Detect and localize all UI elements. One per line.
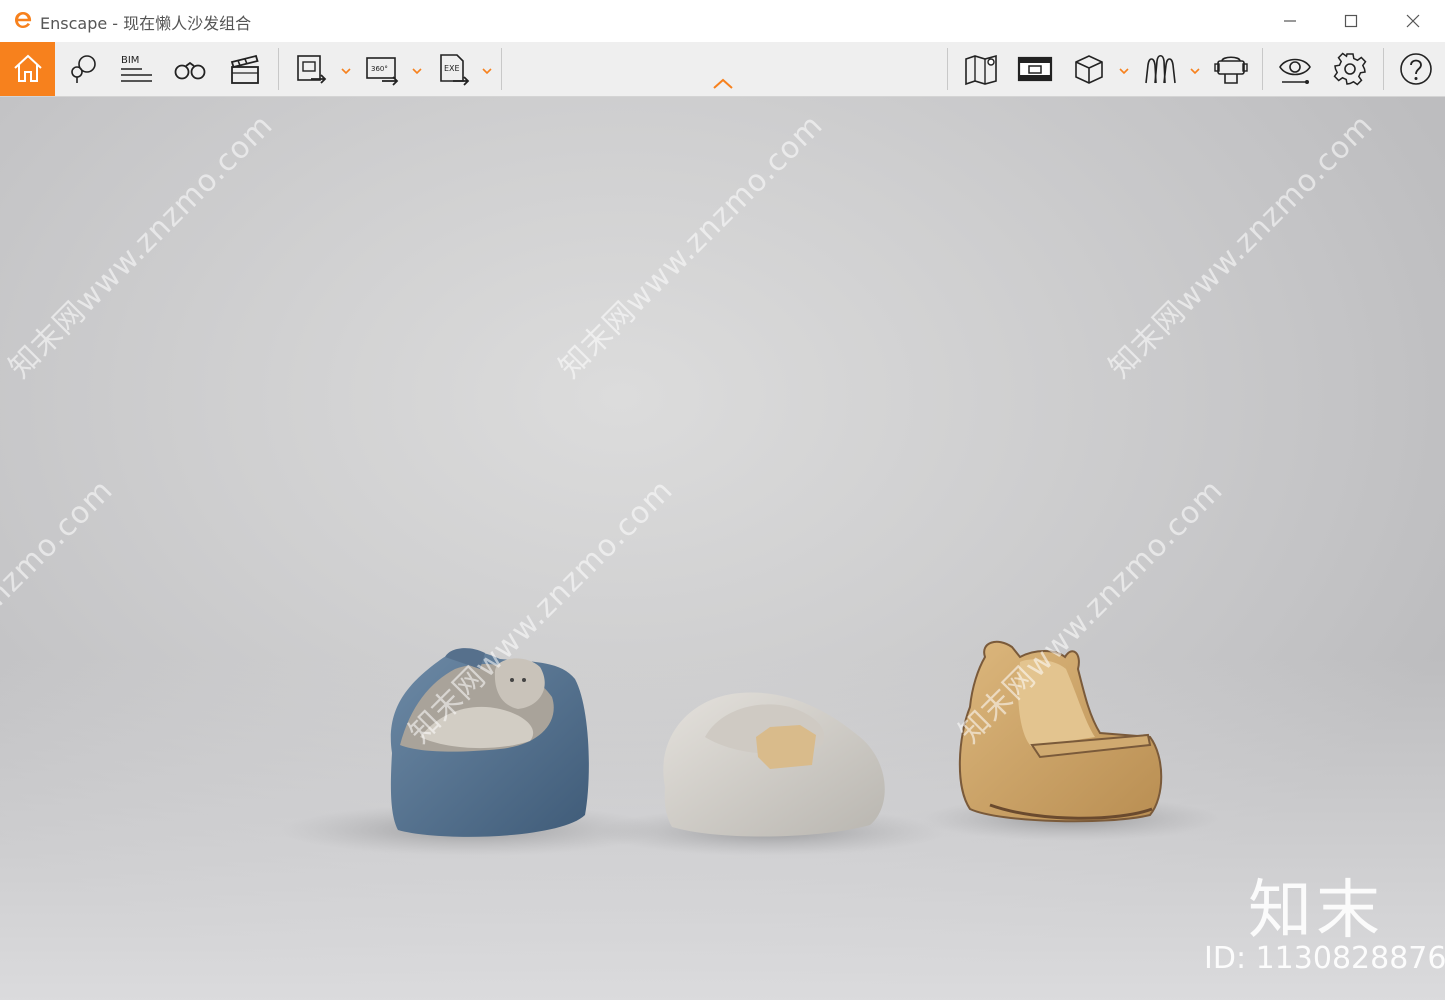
exe-export-button[interactable]: EXE: [430, 42, 476, 96]
asset-library-button[interactable]: [1010, 42, 1060, 96]
svg-text:EXE: EXE: [444, 64, 460, 73]
section-box-dropdown[interactable]: [1118, 62, 1130, 75]
screenshot-export-button[interactable]: [288, 42, 334, 96]
znzmo-brand-logo: 知末: [1248, 874, 1384, 948]
eye-icon: [1279, 58, 1311, 84]
help-icon: [1400, 53, 1432, 85]
vr-headset-icon: [1214, 56, 1248, 84]
screenshot-export-dropdown[interactable]: [340, 62, 352, 75]
materials-dropdown[interactable]: [1189, 62, 1201, 75]
minimize-icon: [1284, 20, 1296, 22]
toolbar-divider: [947, 48, 948, 90]
gear-icon: [1333, 52, 1367, 86]
asset-id-label: ID: 1130828876: [1204, 941, 1445, 976]
toolbar-divider: [1262, 48, 1263, 90]
maximize-button[interactable]: [1320, 0, 1382, 42]
clapperboard-icon: [230, 54, 259, 84]
chevron-down-icon: [412, 68, 422, 75]
white-bean-bag-sofa: [663, 692, 885, 837]
vr-button[interactable]: [1206, 42, 1256, 96]
chevron-down-icon: [482, 68, 492, 75]
map-pin-icon: [71, 55, 96, 83]
video-editor-button[interactable]: [221, 42, 269, 96]
materials-button[interactable]: [1136, 42, 1184, 96]
section-box-button[interactable]: [1066, 42, 1112, 96]
toolbar-divider: [278, 48, 279, 90]
window-title: Enscape - 现在懒人沙发组合: [40, 14, 252, 33]
chevron-down-icon: [341, 68, 351, 75]
close-button[interactable]: [1382, 0, 1444, 42]
asset-library-icon: [1017, 56, 1053, 82]
exe-export-dropdown[interactable]: [481, 62, 493, 75]
svg-text:360°: 360°: [371, 65, 388, 73]
home-icon: [13, 54, 42, 82]
material-icon: [1145, 54, 1176, 84]
help-button[interactable]: [1390, 42, 1442, 96]
bim-icon: BIM: [121, 55, 152, 82]
export-360-icon: 360°: [366, 57, 399, 86]
bim-button[interactable]: BIM: [112, 42, 160, 96]
cube-icon: [1075, 55, 1103, 84]
visual-settings-button[interactable]: [1270, 42, 1320, 96]
map-button[interactable]: [956, 42, 1006, 96]
toolbar-divider: [1383, 48, 1384, 90]
binoculars-icon: [174, 61, 206, 80]
chevron-up-icon[interactable]: [710, 76, 736, 92]
home-button[interactable]: [0, 42, 55, 96]
svg-text:BIM: BIM: [121, 55, 139, 66]
views-button[interactable]: [60, 42, 106, 96]
render-viewport[interactable]: 知末网www.znzmo.com 知末网www.znzmo.com 知末网www…: [0, 97, 1445, 1000]
settings-button[interactable]: [1325, 42, 1375, 96]
enscape-logo-icon: [12, 9, 34, 31]
maximize-icon: [1344, 14, 1358, 28]
panorama-export-dropdown[interactable]: [411, 62, 423, 75]
minimize-button[interactable]: [1259, 0, 1321, 42]
binoculars-button[interactable]: [166, 42, 214, 96]
close-icon: [1406, 14, 1420, 28]
chevron-down-icon: [1119, 68, 1129, 75]
export-exe-icon: EXE: [440, 54, 470, 86]
toolbar-divider: [501, 48, 502, 90]
main-toolbar: BIM 360° EXE: [0, 42, 1445, 97]
export-image-icon: [297, 55, 327, 84]
title-bar: Enscape - 现在懒人沙发组合: [0, 0, 1445, 43]
panorama-export-button[interactable]: 360°: [358, 42, 406, 96]
chevron-down-icon: [1190, 68, 1200, 75]
map-icon: [965, 54, 997, 86]
